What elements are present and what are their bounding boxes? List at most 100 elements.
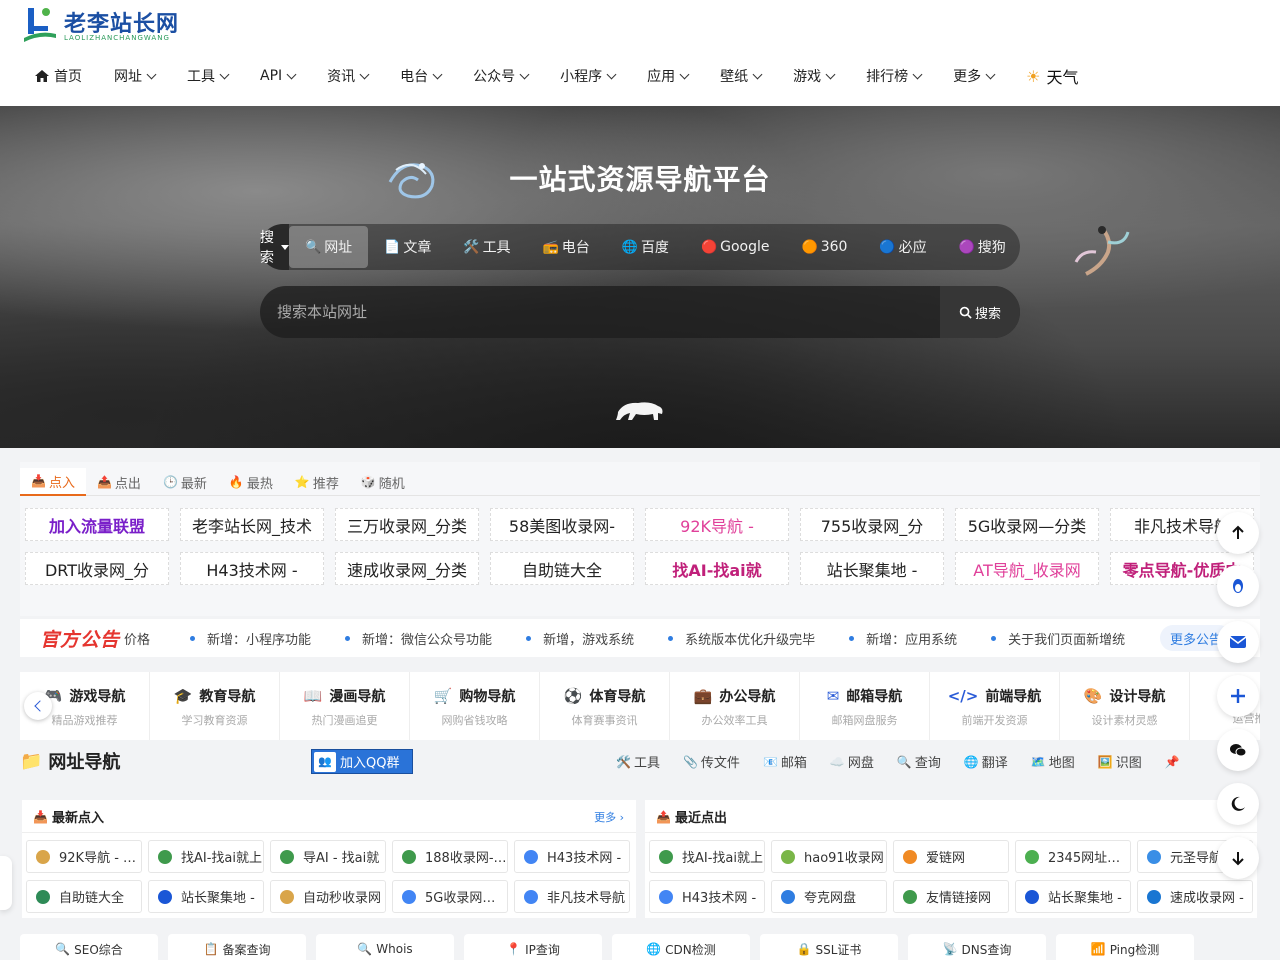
nav-item-0[interactable]: 首页 xyxy=(34,66,82,86)
announcement-item[interactable]: 关于我们页面新增统 xyxy=(991,629,1125,648)
nav-item-8[interactable]: 应用 xyxy=(647,66,690,86)
site-tile[interactable]: 188收录网-分类 xyxy=(392,840,508,873)
bottom-tool-button[interactable]: 📍 IP查询 xyxy=(464,934,602,960)
bottom-tool-button[interactable]: 🌐 CDN检测 xyxy=(612,934,750,960)
bottom-tool-button[interactable]: 📡 DNS查询 xyxy=(908,934,1046,960)
nav-item-3[interactable]: API xyxy=(260,68,297,84)
nav-item-6[interactable]: 公众号 xyxy=(473,66,530,86)
search-tab-4[interactable]: 🌐 百度 xyxy=(606,224,685,270)
rank-tab-0[interactable]: 📥 点入 xyxy=(20,468,86,496)
site-tile[interactable]: 站长聚集地 - xyxy=(1015,880,1131,913)
site-tile[interactable]: hao91收录网 xyxy=(771,840,887,873)
rank-link[interactable]: AT导航_收录网 xyxy=(955,552,1099,585)
nav-item-7[interactable]: 小程序 xyxy=(560,66,617,86)
left-side-tab[interactable] xyxy=(0,856,12,910)
bottom-tool-button[interactable]: 📶 Ping检测 xyxy=(1056,934,1194,960)
nav-item-12[interactable]: 更多 xyxy=(953,66,996,86)
announcement-item[interactable]: 新增：应用系统 xyxy=(849,629,957,648)
site-tile[interactable]: 找AI-找ai就上 xyxy=(148,840,264,873)
nav-item-2[interactable]: 工具 xyxy=(187,66,230,86)
category-item[interactable]: 💼 办公导航 办公效率工具 xyxy=(670,672,800,740)
search-button[interactable]: 搜索 xyxy=(940,286,1020,338)
category-item[interactable]: </> 前端导航 前端开发资源 xyxy=(930,672,1060,740)
rank-link[interactable]: 5G收录网—分类 xyxy=(955,508,1099,541)
category-item[interactable]: 🎨 设计导航 设计素材灵感 xyxy=(1060,672,1190,740)
search-tab-5[interactable]: 🔴 Google xyxy=(685,224,786,270)
nav-item-11[interactable]: 排行榜 xyxy=(866,66,923,86)
category-item[interactable]: ✉ 邮箱导航 邮箱网盘服务 xyxy=(800,672,930,740)
site-tile[interactable]: 92K导航 - 国内 xyxy=(26,840,142,873)
search-tab-1[interactable]: 📄 文章 xyxy=(368,224,447,270)
search-input[interactable] xyxy=(260,286,940,338)
rank-link[interactable]: 92K导航 - xyxy=(645,508,789,541)
rank-link[interactable]: 站长聚集地 - xyxy=(800,552,944,585)
search-type-dropdown[interactable]: 搜索 xyxy=(260,224,289,270)
search-tab-7[interactable]: 🔵 必应 xyxy=(863,224,942,270)
nav-item-4[interactable]: 资讯 xyxy=(327,66,370,86)
site-tile[interactable]: 2345网址导航 xyxy=(1015,840,1131,873)
announcement-fragment[interactable]: 价格 xyxy=(124,629,150,648)
quick-tool-link[interactable]: 🌐 翻译 xyxy=(964,752,1008,772)
rank-link[interactable]: 速成收录网_分类 xyxy=(335,552,479,585)
site-tile[interactable]: 爱链网 xyxy=(893,840,1009,873)
announcement-item[interactable]: 新增，游戏系统 xyxy=(526,629,634,648)
site-tile[interactable]: 非凡技术导航 xyxy=(514,880,630,913)
side-button-wechat[interactable] xyxy=(1217,729,1259,771)
site-tile[interactable]: 导AI - 找ai就 xyxy=(270,840,386,873)
join-qq-group-button[interactable]: 👥 加入QQ群 xyxy=(311,749,413,774)
site-tile[interactable]: 5G收录网—分类 xyxy=(392,880,508,913)
nav-item-10[interactable]: 游戏 xyxy=(793,66,836,86)
quick-tool-link[interactable]: 📧 邮箱 xyxy=(763,752,807,772)
rank-link[interactable]: 自助链大全 xyxy=(490,552,634,585)
rank-link[interactable]: 三万收录网_分类 xyxy=(335,508,479,541)
announcement-item[interactable]: 系统版本优化升级完毕 xyxy=(668,629,815,648)
announcement-item[interactable]: 新增：小程序功能 xyxy=(190,629,311,648)
quick-tool-link[interactable]: 📌 xyxy=(1165,752,1183,771)
side-button-plus[interactable] xyxy=(1217,675,1259,717)
side-button-qq-penguin[interactable] xyxy=(1217,565,1259,607)
nav-item-1[interactable]: 网址 xyxy=(114,66,157,86)
panel-more-link[interactable]: 更多 › xyxy=(594,809,624,825)
category-item[interactable]: 🎓 教育导航 学习教育资源 xyxy=(150,672,280,740)
rank-tab-2[interactable]: 🕒 最新 xyxy=(152,468,218,496)
rank-link[interactable]: 老李站长网_技术 xyxy=(180,508,324,541)
quick-tool-link[interactable]: 🔍 查询 xyxy=(897,752,941,772)
site-tile[interactable]: 自助链大全 xyxy=(26,880,142,913)
rank-link[interactable]: H43技术网 - xyxy=(180,552,324,585)
rank-tab-4[interactable]: ⭐ 推荐 xyxy=(284,468,350,496)
site-tile[interactable]: H43技术网 - xyxy=(649,880,765,913)
quick-tool-link[interactable]: 🗺️ 地图 xyxy=(1031,752,1075,772)
bottom-tool-button[interactable]: 🔍 Whois xyxy=(316,934,454,960)
quick-tool-link[interactable]: 🛠️ 工具 xyxy=(616,752,660,772)
search-tab-0[interactable]: 🔍 网址 xyxy=(289,226,369,268)
site-tile[interactable]: 找AI-找ai就上 xyxy=(649,840,765,873)
side-button-moon[interactable] xyxy=(1217,783,1259,825)
rank-tab-5[interactable]: 🎲 随机 xyxy=(350,468,416,496)
rank-link[interactable]: 755收录网_分 xyxy=(800,508,944,541)
site-tile[interactable]: 自动秒收录网 xyxy=(270,880,386,913)
rank-tab-3[interactable]: 🔥 最热 xyxy=(218,468,284,496)
weather-widget[interactable]: ☀ 天气 xyxy=(1026,64,1078,88)
carousel-prev-button[interactable] xyxy=(24,692,52,720)
rank-link[interactable]: 加入流量联盟 xyxy=(25,508,169,541)
search-tab-8[interactable]: 🟣 搜狗 xyxy=(943,224,1022,270)
site-tile[interactable]: 友情链接网 xyxy=(893,880,1009,913)
category-item[interactable]: 🛒 购物导航 网购省钱攻略 xyxy=(410,672,540,740)
rank-link[interactable]: 58美图收录网- xyxy=(490,508,634,541)
side-button-arrow-down[interactable] xyxy=(1217,837,1259,879)
quick-tool-link[interactable]: ☁️ 网盘 xyxy=(830,752,874,772)
side-button-arrow-up[interactable] xyxy=(1217,512,1259,554)
quick-tool-link[interactable]: 🖼️ 识图 xyxy=(1098,752,1142,772)
nav-item-9[interactable]: 壁纸 xyxy=(720,66,763,86)
rank-tab-1[interactable]: 📤 点出 xyxy=(86,468,152,496)
search-tab-2[interactable]: 🛠️ 工具 xyxy=(447,224,526,270)
quick-tool-link[interactable]: 📎 传文件 xyxy=(683,752,740,772)
category-item[interactable]: ⚽ 体育导航 体育赛事资讯 xyxy=(540,672,670,740)
nav-item-5[interactable]: 电台 xyxy=(400,66,443,86)
bottom-tool-button[interactable]: 🔒 SSL证书 xyxy=(760,934,898,960)
search-tab-3[interactable]: 📻 电台 xyxy=(527,224,606,270)
side-button-mail[interactable] xyxy=(1217,621,1259,663)
announcement-item[interactable]: 新增：微信公众号功能 xyxy=(345,629,492,648)
site-tile[interactable]: 速成收录网 - xyxy=(1137,880,1253,913)
site-logo[interactable]: 老李站长网 LAOLIZHANCHANGWANG xyxy=(22,4,192,44)
